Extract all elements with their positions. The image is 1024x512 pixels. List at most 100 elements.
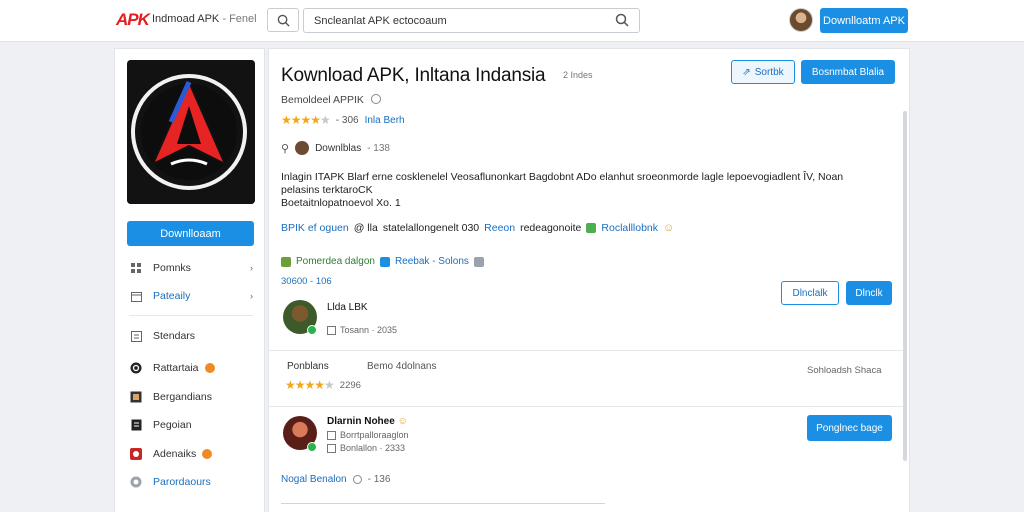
- tag-link[interactable]: Reeon: [484, 222, 515, 234]
- circle-icon: [129, 475, 143, 489]
- sidebar-download-button[interactable]: Downlloaam: [127, 221, 254, 246]
- grid-icon: [129, 261, 143, 275]
- header-download-button[interactable]: Downlloatm APK: [820, 8, 908, 33]
- image-icon: [327, 430, 336, 440]
- description-line: pelasins terktaroCK: [281, 184, 373, 196]
- online-status-icon: [307, 325, 317, 335]
- app-title: Indmoad APK - Fenel: [152, 13, 257, 25]
- feature-label[interactable]: Pomerdea dalgon: [296, 256, 375, 267]
- book-icon: [129, 390, 143, 404]
- reviews-rating: ★★★★★ 2296: [285, 378, 361, 392]
- footer-link[interactable]: Nogal Benalon: [281, 474, 347, 485]
- downloads-row: ⚲ Downlblas - 138: [281, 141, 390, 155]
- app-logo-icon: [127, 60, 255, 204]
- tag-link[interactable]: Roclalllobnk: [601, 222, 658, 234]
- reviewer-name[interactable]: Dlarnin Nohee ☺: [327, 416, 408, 427]
- section-divider: [269, 350, 905, 351]
- main-panel: Kownload APK, Inltana Indansia 2 Indes ⇗…: [268, 48, 910, 512]
- search-icon[interactable]: [615, 13, 629, 27]
- description: Inlagin ITAPK Blarf erne cosklenelel Veo…: [281, 171, 881, 210]
- sidebar-item-pomnks[interactable]: Pomnks ›: [129, 258, 253, 278]
- sidebar-item-rattartaia[interactable]: Rattartaia: [129, 358, 253, 378]
- tag-text: statelallongenelt 030: [382, 222, 480, 234]
- developer-avatar: [295, 141, 310, 155]
- user-name[interactable]: Llda LBK: [327, 302, 368, 313]
- sidebar-item-pegoian[interactable]: Pegoian: [129, 415, 253, 435]
- reviewer-meta-text: Bonlallon · 2333: [340, 443, 406, 453]
- sidebar: Downlloaam Pomnks › Pateaily › Stendars …: [114, 48, 265, 512]
- reviews-sublabel: Bemo 4dolnans: [367, 361, 437, 372]
- developer-label: Bemoldeel APPIK: [281, 94, 364, 106]
- doc-icon: [129, 418, 143, 432]
- search-icon: [277, 14, 290, 27]
- report-button[interactable]: Bosnmbat Blalia: [801, 60, 895, 84]
- search-button[interactable]: [267, 8, 299, 32]
- rating-value: - 306: [335, 114, 359, 126]
- scrollbar[interactable]: [903, 111, 907, 461]
- tag-link[interactable]: BPIK ef oguen: [281, 222, 349, 234]
- developer-name[interactable]: Bemoldeel APPIK: [281, 94, 381, 106]
- rating-row: ★★★★★ - 306 Inla Berh: [281, 113, 405, 127]
- downloads-meta: - 138: [367, 142, 390, 154]
- section-divider: [281, 503, 605, 504]
- smile-icon: ☺: [663, 222, 675, 234]
- feature-icon: [379, 256, 390, 267]
- sidebar-item-label: Stendars: [153, 330, 196, 342]
- sidebar-item-label: Parordaours: [153, 476, 211, 488]
- calendar-icon: [129, 289, 143, 303]
- sidebar-item-label: Adenaiks: [153, 448, 197, 460]
- rating-link[interactable]: Inla Berh: [365, 115, 405, 126]
- user-meta-text: Tosann · 2035: [340, 325, 398, 335]
- primary-button[interactable]: Dlnclk: [846, 281, 892, 305]
- reviewer-meta-text: Borrtpalloraaglon: [340, 430, 409, 440]
- tag-text: @ lla: [353, 222, 378, 234]
- green-square-icon: [586, 223, 597, 233]
- sidebar-item-label: Bergandians: [153, 391, 212, 403]
- chevron-right-icon: ›: [250, 291, 253, 301]
- reviewer-action-button[interactable]: Ponglnec bage: [807, 415, 892, 441]
- reviews-sort[interactable]: Sohloadsh Shaca: [807, 365, 881, 376]
- footer-row: Nogal Benalon - 136: [281, 474, 390, 485]
- sidebar-divider: [129, 315, 253, 316]
- image-icon: [327, 443, 336, 453]
- emoji-icon: ☺: [397, 416, 408, 427]
- tag-text: redeagonoite: [520, 222, 582, 234]
- features-row: Pomerdea dalgon Reebak - Solons: [281, 256, 484, 267]
- pin-icon: [352, 475, 362, 484]
- sidebar-item-label: Pomnks: [153, 262, 191, 274]
- sidebar-item-label: Pateaily: [153, 290, 191, 302]
- title-meta: 2 Indes: [563, 70, 593, 80]
- sidebar-item-pateaily[interactable]: Pateaily ›: [129, 286, 253, 306]
- app-icon: [127, 60, 255, 204]
- top-bar: APK Indmoad APK - Fenel Sncleanlat APK e…: [0, 0, 1024, 42]
- section-divider: [269, 406, 905, 407]
- sidebar-item-parordaours[interactable]: Parordaours: [129, 472, 253, 492]
- tags-row: BPIK ef oguen @ lla statelallongenelt 03…: [281, 222, 674, 234]
- sidebar-item-bergandians[interactable]: Bergandians: [129, 387, 253, 407]
- share-icon: ⇗: [742, 66, 751, 78]
- share-button[interactable]: ⇗ Sortbk: [731, 60, 795, 84]
- notification-badge: [202, 449, 213, 459]
- apk-logo[interactable]: APK: [116, 10, 150, 30]
- star-rating: ★★★★★: [285, 378, 335, 392]
- reviewer-meta: Borrtpalloraaglon: [327, 430, 409, 440]
- reviews-score: 2296: [339, 379, 361, 391]
- star-rating: ★★★★★: [281, 113, 331, 127]
- red-app-icon: [129, 447, 143, 461]
- page-title: Kownload APK, Inltana Indansia: [281, 65, 546, 86]
- feature-label[interactable]: Reebak - Solons: [395, 256, 469, 267]
- sidebar-item-adenaiks[interactable]: Adenaiks: [129, 444, 253, 464]
- feature-icon: [281, 256, 291, 267]
- secondary-button[interactable]: Dlnclalk: [781, 281, 839, 305]
- chevron-right-icon: ›: [250, 263, 253, 273]
- search-input[interactable]: Sncleanlat APK ectocoaum: [303, 8, 640, 33]
- user-meta: Tosann · 2035: [327, 325, 397, 335]
- sidebar-item-stendars[interactable]: Stendars: [129, 326, 253, 346]
- location-pin-icon: ⚲: [281, 142, 290, 155]
- reviewer-name-text: Dlarnin Nohee: [327, 416, 395, 427]
- sidebar-item-label: Rattartaia: [153, 362, 199, 374]
- user-avatar[interactable]: [789, 8, 813, 32]
- description-line: Inlagin ITAPK Blarf erne cosklenelel Veo…: [281, 171, 844, 183]
- online-status-icon: [307, 442, 317, 452]
- app-title-text: Indmoad APK: [152, 13, 220, 25]
